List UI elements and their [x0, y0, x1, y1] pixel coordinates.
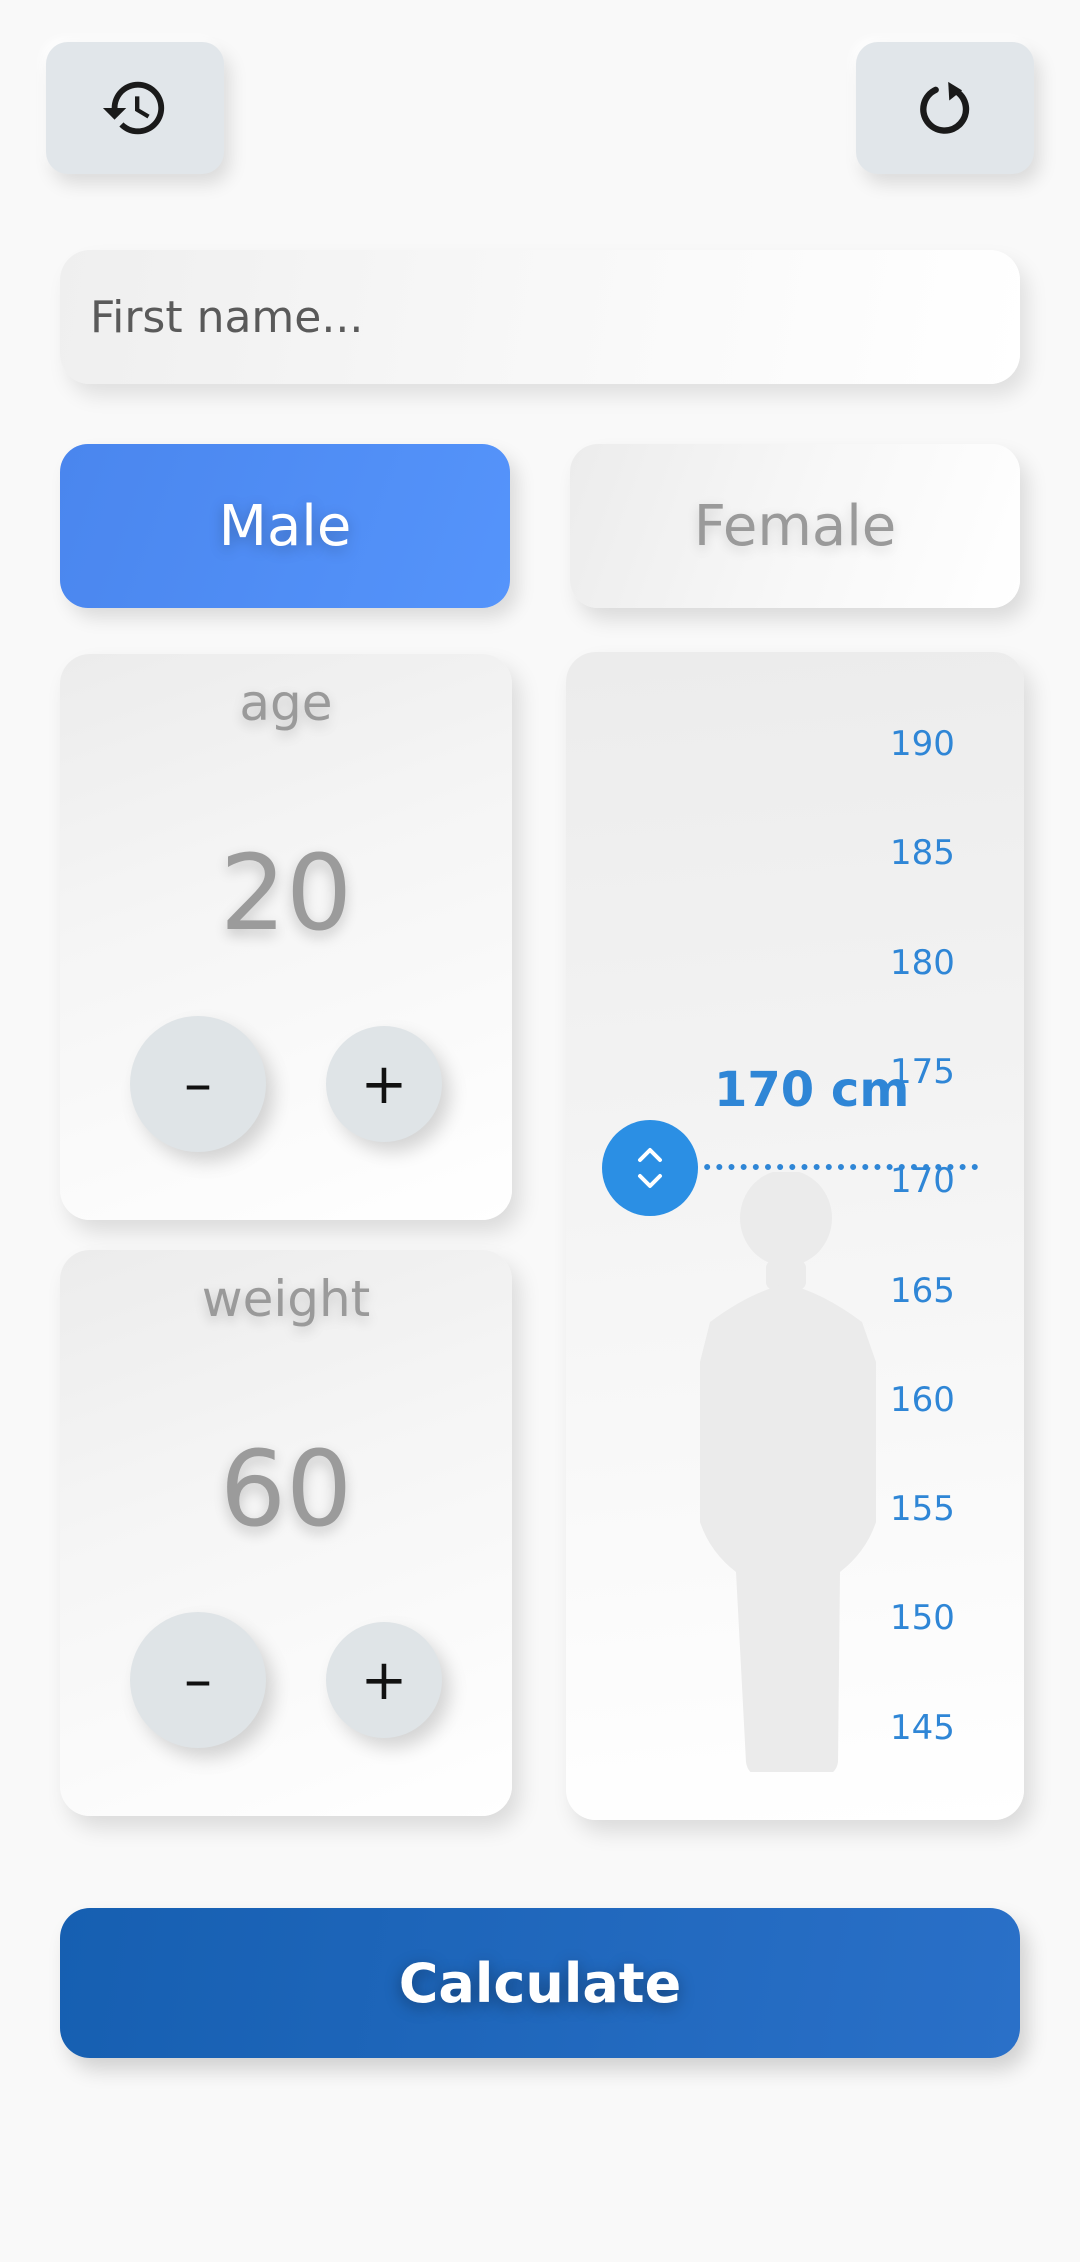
female-button[interactable]: Female — [570, 444, 1020, 608]
height-indicator-line — [692, 1164, 978, 1170]
first-name-field[interactable] — [60, 250, 1020, 384]
weight-card: weight 60 – + — [60, 1250, 512, 1816]
female-label: Female — [693, 493, 897, 559]
history-icon — [102, 81, 165, 135]
height-ruler-card[interactable]: 190 185 180 175 170 165 160 155 150 145 170 cm — [566, 652, 1024, 1820]
unfold-arrows-icon — [638, 1148, 662, 1188]
weight-increment-button[interactable]: + — [326, 1622, 442, 1738]
minus-icon: – — [184, 1051, 212, 1117]
plus-icon: + — [360, 1647, 408, 1713]
height-tick-label: 160 — [890, 1379, 955, 1420]
height-tick-label: 180 — [890, 942, 955, 983]
height-tick-label: 190 — [890, 724, 955, 764]
age-decrement-button[interactable]: – — [130, 1016, 266, 1152]
minus-icon: – — [184, 1647, 212, 1713]
age-value: 20 — [219, 832, 353, 954]
height-tick-label: 185 — [890, 833, 955, 874]
plus-icon: + — [360, 1051, 408, 1117]
height-slider-handle[interactable] — [602, 1120, 698, 1216]
male-label: Male — [218, 493, 352, 559]
calculate-button[interactable]: Calculate — [60, 1908, 1020, 2058]
age-increment-button[interactable]: + — [326, 1026, 442, 1142]
male-button[interactable]: Male — [60, 444, 510, 608]
age-title: age — [239, 674, 333, 732]
weight-title: weight — [201, 1270, 371, 1328]
reset-icon — [920, 81, 970, 134]
first-name-input[interactable] — [60, 250, 1020, 384]
height-tick-label: 150 — [890, 1598, 955, 1639]
reset-button[interactable] — [856, 42, 1034, 174]
person-silhouette-icon — [700, 1172, 876, 1772]
calculate-label: Calculate — [398, 1951, 682, 2015]
history-button[interactable] — [46, 42, 224, 174]
height-tick-label: 145 — [890, 1707, 955, 1748]
weight-value: 60 — [219, 1428, 353, 1550]
height-tick-label: 155 — [890, 1489, 955, 1530]
weight-decrement-button[interactable]: – — [130, 1612, 266, 1748]
height-tick-label: 165 — [890, 1270, 955, 1311]
height-readout: 170 cm — [714, 1062, 910, 1118]
age-card: age 20 – + — [60, 654, 512, 1220]
